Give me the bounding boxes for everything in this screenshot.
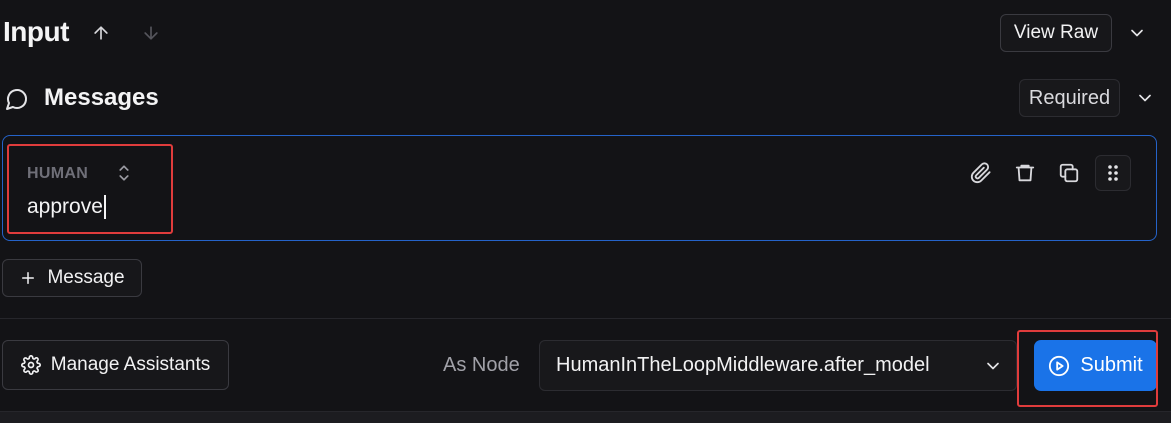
trash-icon[interactable] [1011, 159, 1039, 187]
drag-handle-icon[interactable] [1095, 155, 1131, 191]
view-raw-button[interactable]: View Raw [1000, 14, 1112, 52]
message-content-text: approve [27, 195, 103, 218]
message-content-input[interactable]: approve [27, 195, 106, 219]
as-node-label: As Node [443, 354, 520, 376]
play-circle-icon [1048, 355, 1070, 377]
page-title: Input [3, 16, 69, 47]
paperclip-icon[interactable] [967, 159, 995, 187]
gear-icon [20, 355, 41, 375]
submit-button[interactable]: Submit [1034, 340, 1157, 391]
plus-icon [19, 269, 37, 287]
chat-bubble-icon [4, 86, 30, 112]
arrow-down-icon [140, 22, 162, 44]
required-badge: Required [1019, 79, 1120, 117]
add-message-label: Message [47, 267, 125, 288]
bottom-strip [0, 411, 1171, 423]
node-select[interactable]: HumanInTheLoopMiddleware.after_model [539, 340, 1017, 391]
submit-label: Submit [1080, 354, 1143, 376]
chevron-down-icon [982, 355, 1004, 377]
messages-title: Messages [44, 84, 159, 111]
manage-assistants-label: Manage Assistants [50, 354, 211, 375]
copy-icon[interactable] [1055, 159, 1083, 187]
manage-assistants-button[interactable]: Manage Assistants [2, 340, 229, 390]
arrow-up-icon[interactable] [90, 22, 112, 44]
node-select-value: HumanInTheLoopMiddleware.after_model [556, 354, 930, 376]
chevron-down-icon[interactable] [1134, 87, 1156, 109]
add-message-button[interactable]: Message [2, 259, 142, 297]
chevron-down-icon[interactable] [1126, 22, 1148, 44]
divider [0, 318, 1171, 319]
message-card [2, 135, 1157, 241]
sort-icon[interactable] [113, 160, 135, 186]
message-role[interactable]: HUMAN [27, 165, 88, 183]
text-caret [103, 195, 106, 219]
